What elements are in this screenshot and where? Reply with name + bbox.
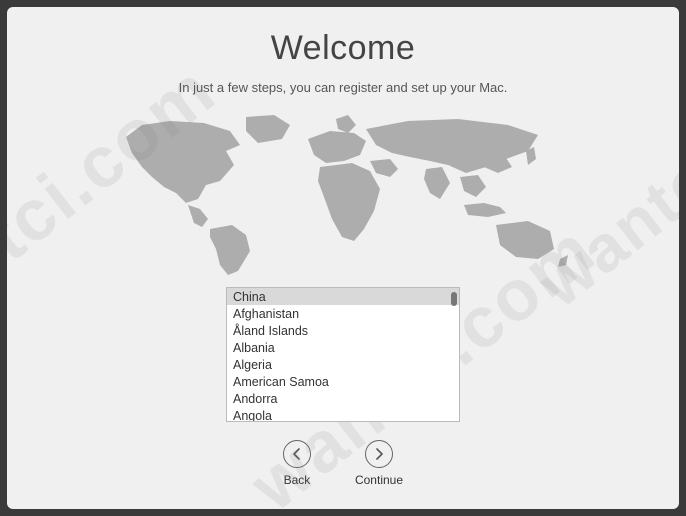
- scrollbar-thumb[interactable]: [451, 292, 457, 306]
- setup-window: wantci.com wantci.com wantci.com Welcome…: [7, 7, 679, 509]
- page-title: Welcome: [271, 29, 416, 68]
- list-item[interactable]: Albania: [227, 339, 459, 356]
- continue-button[interactable]: Continue: [355, 440, 403, 487]
- back-label: Back: [284, 473, 311, 487]
- list-item[interactable]: Åland Islands: [227, 322, 459, 339]
- arrow-left-icon: [283, 440, 311, 468]
- country-list[interactable]: ChinaAfghanistanÅland IslandsAlbaniaAlge…: [226, 287, 460, 422]
- list-item[interactable]: Angola: [227, 407, 459, 422]
- list-item[interactable]: Andorra: [227, 390, 459, 407]
- continue-label: Continue: [355, 473, 403, 487]
- page-subtitle: In just a few steps, you can register an…: [179, 80, 508, 95]
- list-item[interactable]: American Samoa: [227, 373, 459, 390]
- back-button[interactable]: Back: [283, 440, 311, 487]
- world-map: [108, 111, 578, 281]
- arrow-right-icon: [365, 440, 393, 468]
- list-item[interactable]: Afghanistan: [227, 305, 459, 322]
- list-item[interactable]: Algeria: [227, 356, 459, 373]
- nav-buttons: Back Continue: [283, 440, 403, 487]
- list-item[interactable]: China: [227, 288, 459, 305]
